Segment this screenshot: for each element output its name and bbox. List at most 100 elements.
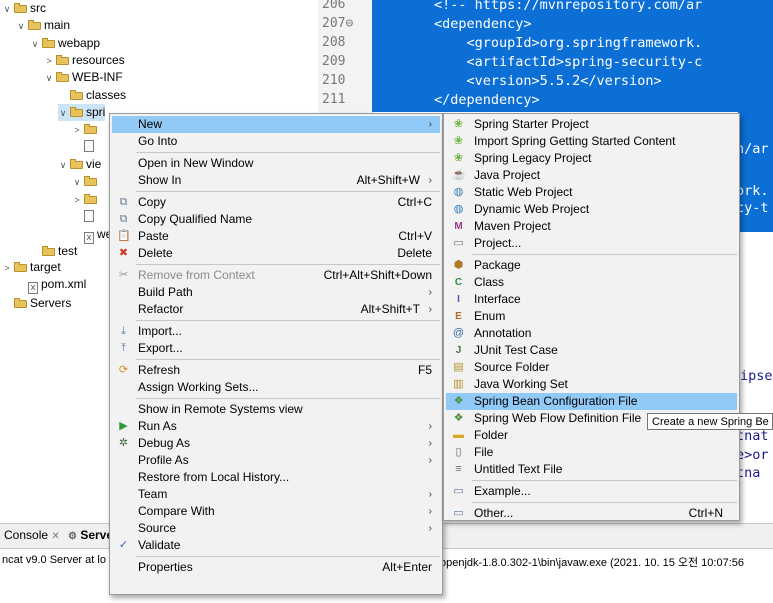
menu-item-delete[interactable]: ✖ Delete Delete — [112, 245, 440, 262]
menu-item-restore-from-local-history[interactable]: Restore from Local History... — [112, 469, 440, 486]
submenu-item-java-project[interactable]: ☕ Java Project — [446, 167, 737, 184]
tree-item[interactable]: > — [72, 121, 100, 138]
menu-item-new[interactable]: New › — [112, 116, 440, 133]
web-project-icon: ◍ — [453, 203, 464, 215]
submenu-item-enum[interactable]: E Enum — [446, 308, 737, 325]
tree-item[interactable]: > target — [2, 259, 60, 277]
twisty-icon[interactable]: ∨ — [58, 157, 68, 174]
menu-item-refactor[interactable]: Refactor Alt+Shift+T › — [112, 301, 440, 318]
menu-item-debug-as[interactable]: ✲ Debug As › — [112, 435, 440, 452]
submenu-item-interface[interactable]: I Interface — [446, 291, 737, 308]
spring-icon: ❀ — [453, 118, 464, 130]
submenu-item-static-web-project[interactable]: ◍ Static Web Project — [446, 184, 737, 201]
new-submenu: ❀ Spring Starter Project ❀ Import Spring Ge… — [443, 113, 740, 521]
tree-item[interactable]: Servers — [2, 295, 71, 312]
menu-item-refresh[interactable]: ⟳ Refresh F5 — [112, 362, 440, 379]
submenu-item-maven-project[interactable]: M Maven Project — [446, 218, 737, 235]
folder-icon — [70, 159, 84, 169]
menu-item-go-into[interactable]: Go Into — [112, 133, 440, 150]
code-line: <!-- https://mvnrepository.com/ar — [434, 0, 703, 13]
tree-item[interactable]: > — [72, 191, 100, 208]
submenu-item-example[interactable]: ▭ Example... — [446, 483, 737, 500]
menu-item-build-path[interactable]: Build Path › — [112, 284, 440, 301]
tree-item[interactable]: Xpom.xml — [16, 276, 86, 294]
paste-icon: 📋 — [117, 230, 131, 242]
menu-item-show-in-remote-systems-view[interactable]: Show in Remote Systems view — [112, 401, 440, 418]
spring-icon: ❀ — [453, 152, 464, 164]
menu-item-paste[interactable]: 📋 Paste Ctrl+V — [112, 228, 440, 245]
menu-item-validate[interactable]: ✓ Validate — [112, 537, 440, 554]
submenu-item-spring-bean-configuration-file[interactable]: ❖ Spring Bean Configuration File — [446, 393, 737, 410]
submenu-item-spring-legacy-project[interactable]: ❀ Spring Legacy Project — [446, 150, 737, 167]
tree-item-label: spri — [86, 105, 106, 119]
twisty-icon[interactable]: ∨ — [16, 18, 26, 35]
menu-item-open-in-new-window[interactable]: Open in New Window — [112, 155, 440, 172]
line-number: 208 — [322, 35, 346, 50]
submenu-item-java-working-set[interactable]: ▥ Java Working Set — [446, 376, 737, 393]
menu-item-label: Go Into — [138, 134, 178, 148]
code-line: <dependency> — [434, 16, 532, 32]
twisty-icon[interactable]: ∨ — [58, 105, 68, 122]
submenu-item-dynamic-web-project[interactable]: ◍ Dynamic Web Project — [446, 201, 737, 218]
menu-item-remove-from-context[interactable]: ✂ Remove from Context Ctrl+Alt+Shift+Down — [112, 267, 440, 284]
menu-item-export[interactable]: ⤒ Export... — [112, 340, 440, 357]
chevron-right-icon: › — [428, 506, 432, 517]
menu-item-import[interactable]: ⤓ Import... — [112, 323, 440, 340]
code-line: <groupId>org.springframework. — [434, 35, 703, 51]
tree-item[interactable]: Xwe — [72, 226, 112, 244]
menu-item-source[interactable]: Source › — [112, 520, 440, 537]
twisty-icon[interactable]: ∨ — [44, 70, 54, 87]
menu-item-properties[interactable]: Properties Alt+Enter — [112, 559, 440, 576]
twisty-icon[interactable]: > — [72, 192, 82, 209]
tree-item[interactable]: ∨ vie — [58, 156, 102, 174]
menu-item-show-in[interactable]: Show In Alt+Shift+W › — [112, 172, 440, 189]
chevron-right-icon: › — [428, 287, 432, 298]
folder-icon — [42, 38, 56, 48]
menu-item-compare-with[interactable]: Compare With › — [112, 503, 440, 520]
tree-item[interactable]: > resources — [44, 52, 124, 70]
tree-item[interactable]: ∨ — [72, 173, 100, 190]
twisty-icon[interactable]: > — [2, 260, 12, 277]
tree-item[interactable]: ∨ WEB-INF — [44, 69, 123, 86]
submenu-item-class[interactable]: C Class — [446, 274, 737, 291]
tree-item[interactable]: ∨ main — [16, 17, 70, 34]
submenu-item-label: Static Web Project — [474, 185, 573, 199]
twisty-icon[interactable]: ∨ — [30, 36, 40, 53]
submenu-item-source-folder[interactable]: ▤ Source Folder — [446, 359, 737, 376]
tree-item[interactable] — [72, 208, 97, 225]
submenu-item-package[interactable]: ⬢ Package — [446, 257, 737, 274]
spring-bean-icon: ❖ — [453, 395, 464, 407]
submenu-item-junit-test-case[interactable]: J JUnit Test Case — [446, 342, 737, 359]
twisty-icon[interactable]: > — [44, 53, 54, 70]
menu-item-label: Validate — [138, 538, 181, 552]
submenu-item-import-spring-getting-started-content[interactable]: ❀ Import Spring Getting Started Content — [446, 133, 737, 150]
menu-item-copy[interactable]: ⧉ Copy Ctrl+C — [112, 194, 440, 211]
submenu-item-spring-starter-project[interactable]: ❀ Spring Starter Project — [446, 116, 737, 133]
twisty-icon[interactable]: ∨ — [72, 174, 82, 191]
menu-item-assign-working-sets[interactable]: Assign Working Sets... — [112, 379, 440, 396]
submenu-item-other[interactable]: ▭ Other... Ctrl+N — [446, 505, 737, 522]
tree-item[interactable]: ∨ webapp — [30, 35, 100, 52]
menu-item-label: Assign Working Sets... — [138, 380, 259, 394]
submenu-item-label: Source Folder — [474, 360, 550, 374]
twisty-icon[interactable]: > — [72, 122, 82, 139]
chevron-right-icon: › — [428, 455, 432, 466]
twisty-icon[interactable]: ∨ — [2, 1, 12, 18]
tab-servers[interactable]: ⚙ Serve — [68, 528, 113, 542]
submenu-item-file[interactable]: ▯ File — [446, 444, 737, 461]
tree-item[interactable]: classes — [58, 87, 126, 104]
tree-item[interactable] — [72, 138, 97, 155]
chevron-right-icon: › — [428, 175, 432, 186]
menu-item-copy-qualified-name[interactable]: ⧉ Copy Qualified Name — [112, 211, 440, 228]
tree-item[interactable]: ∨ src — [2, 0, 46, 17]
menu-item-run-as[interactable]: ▶ Run As › — [112, 418, 440, 435]
menu-item-team[interactable]: Team › — [112, 486, 440, 503]
submenu-item-project[interactable]: ▭ Project... — [446, 235, 737, 252]
tree-item[interactable]: ∨ spri — [58, 104, 106, 122]
submenu-item-untitled-text-file[interactable]: ≡ Untitled Text File — [446, 461, 737, 478]
submenu-item-label: Spring Starter Project — [474, 117, 589, 131]
tree-item[interactable]: test — [30, 243, 77, 260]
menu-item-profile-as[interactable]: Profile As › — [112, 452, 440, 469]
tab-console[interactable]: Console ✕ — [4, 528, 60, 542]
submenu-item-annotation[interactable]: @ Annotation — [446, 325, 737, 342]
